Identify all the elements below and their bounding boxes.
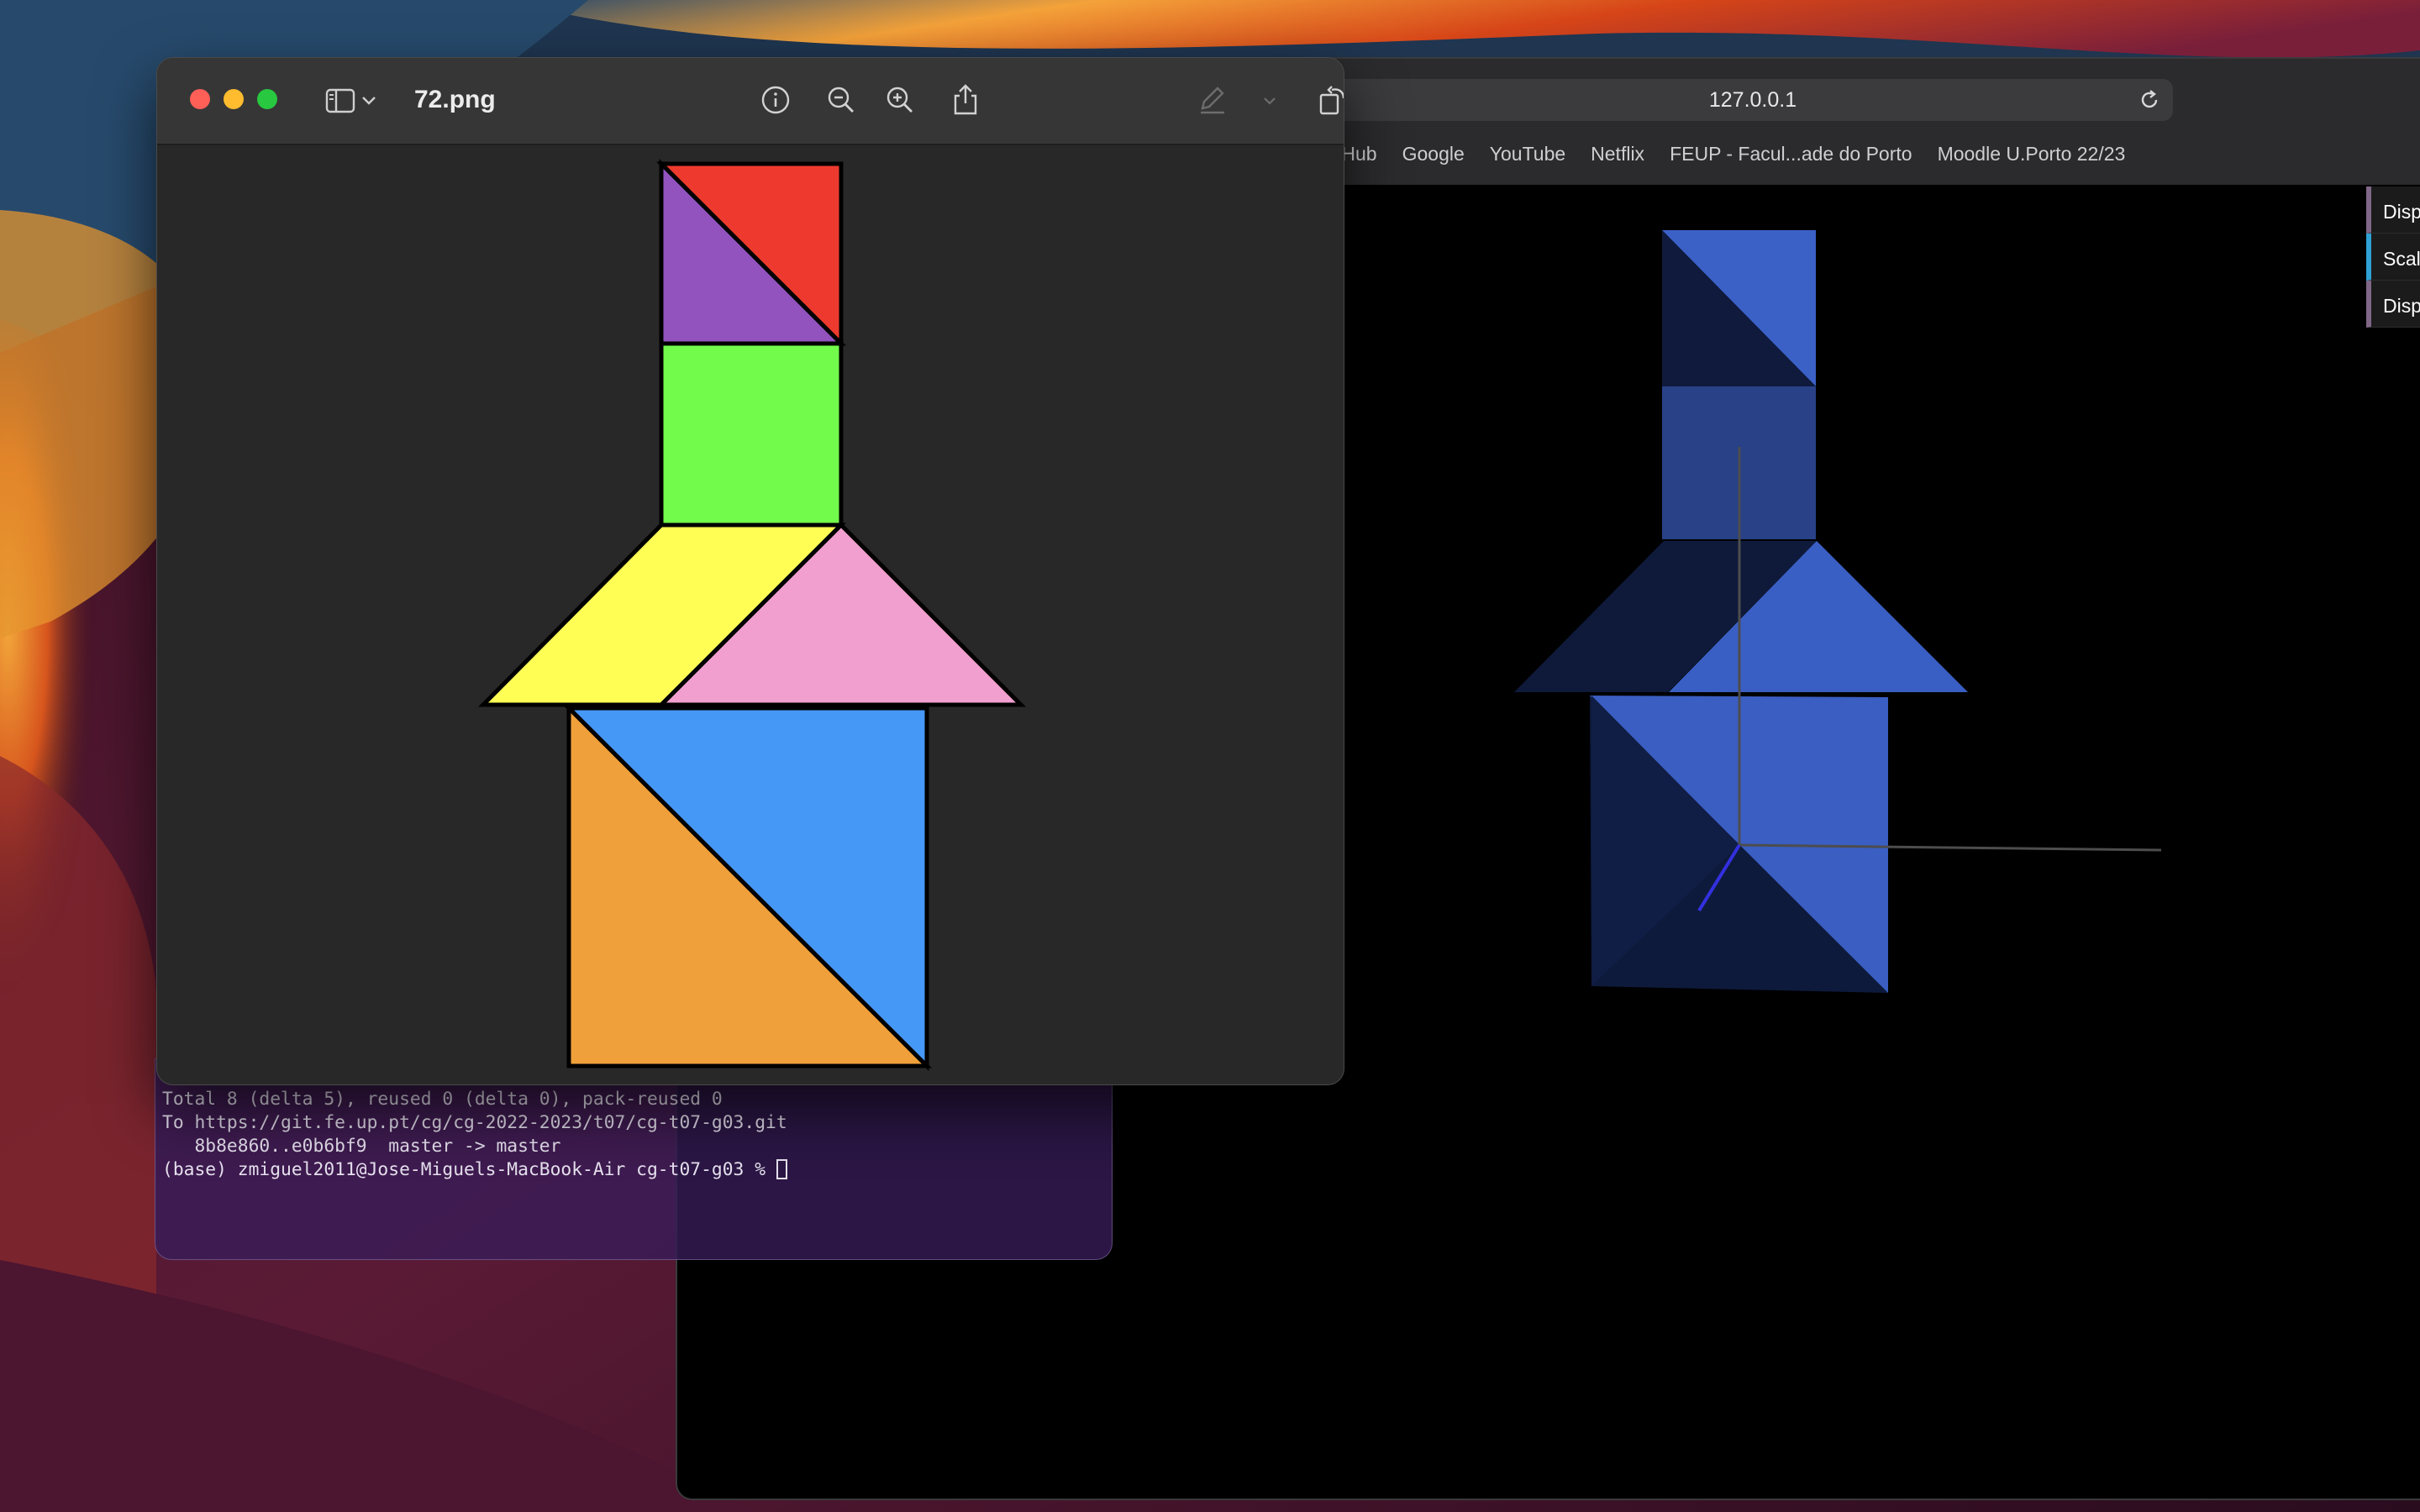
bookmark-moodle[interactable]: Moodle U.Porto 22/23 [1938,143,2126,176]
bookmark-youtube[interactable]: YouTube [1490,143,1565,176]
reload-icon[interactable] [2138,88,2161,112]
zoom-out-icon[interactable] [824,83,858,117]
gui-display-toggle[interactable]: Displ [2366,186,2420,234]
bookmark-google[interactable]: Google [1402,143,1465,176]
info-icon[interactable] [759,83,792,117]
dat-gui-panel: Displ Scale Displ [2366,186,2420,328]
terminal-window[interactable]: Total 8 (delta 5), reused 0 (delta 0), p… [155,1058,1113,1260]
close-button[interactable] [190,89,210,109]
share-icon[interactable] [949,83,982,117]
terminal-line: 8b8e860..e0b6bf9 master -> master [162,1136,561,1157]
terminal-line: To https://git.fe.up.pt/cg/cg-2022-2023/… [162,1112,787,1133]
gui-display-toggle-2[interactable]: Displ [2366,281,2420,328]
document-title: 72.png [414,86,496,113]
sidebar-icon[interactable] [324,83,357,117]
zoom-in-icon[interactable] [883,83,917,117]
gui-scale-factor[interactable]: Scale [2366,234,2420,281]
zoom-button[interactable] [257,89,277,109]
rotate-icon[interactable] [1315,83,1344,117]
bookmark-netflix[interactable]: Netflix [1591,143,1644,176]
markup-pen-icon[interactable] [1196,83,1229,117]
terminal-output: Total 8 (delta 5), reused 0 (delta 0), p… [162,1088,787,1182]
preview-window: 72.png [156,57,1344,1085]
terminal-line: Total 8 (delta 5), reused 0 (delta 0), p… [162,1089,723,1110]
terminal-prompt: (base) zmiguel2011@Jose-Miguels-MacBook-… [162,1159,776,1180]
terminal-cursor [776,1159,787,1179]
green-square [659,341,844,528]
chevron-down-icon[interactable] [359,83,379,117]
bookmarks-bar: tHub Google YouTube Netflix FEUP - Facul… [1336,143,2125,176]
address-bar[interactable]: 127.0.0.1 [1333,79,2173,121]
bookmark-feup[interactable]: FEUP - Facul...ade do Porto [1670,143,1912,176]
chevron-down-icon[interactable] [1260,83,1280,117]
tangram-image [478,158,1027,1072]
minimize-button[interactable] [224,89,244,109]
address-text: 127.0.0.1 [1708,88,1797,112]
